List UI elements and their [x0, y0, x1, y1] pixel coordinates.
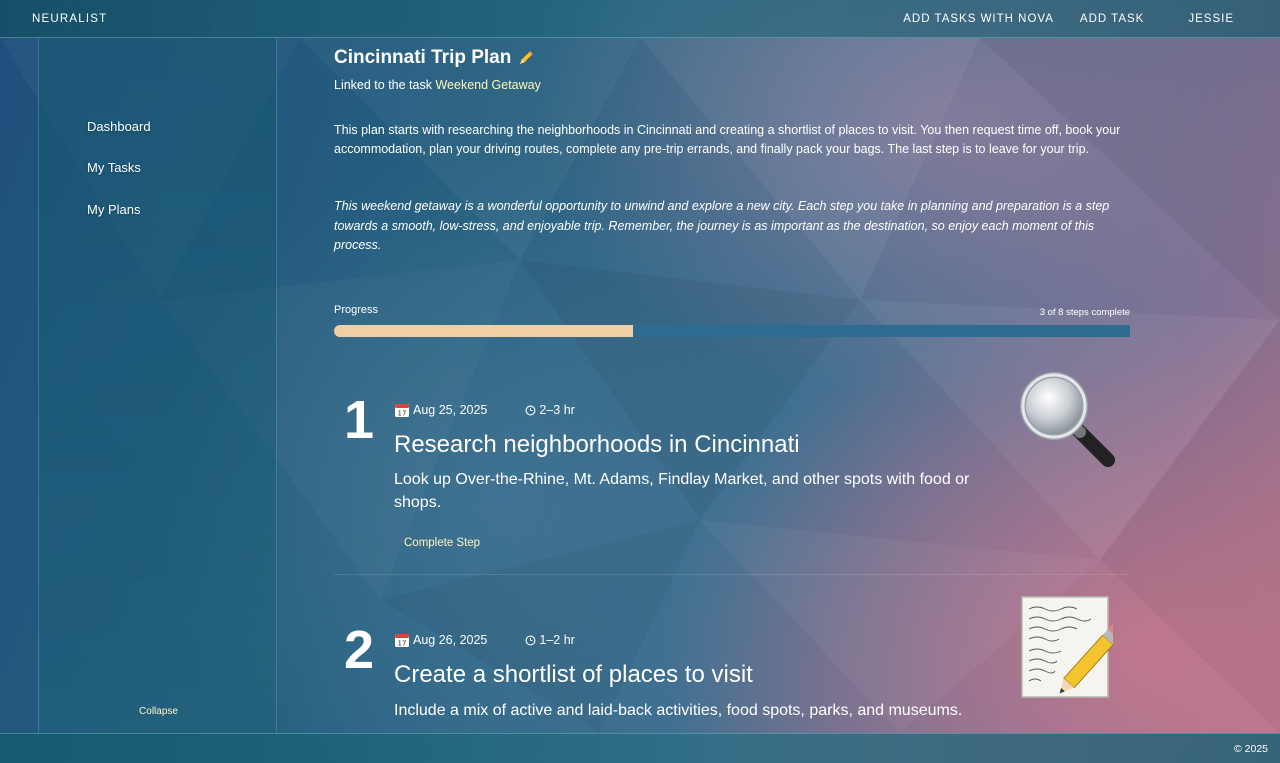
plan-quote: This weekend getaway is a wonderful oppo…: [334, 199, 1110, 252]
sidebar-item-my-tasks[interactable]: My Tasks: [87, 160, 141, 175]
collapse-sidebar-button[interactable]: Collapse: [39, 706, 278, 717]
page-title: Cincinnati Trip Plan: [334, 47, 512, 68]
step-meta: 17 Aug 26, 2025 1–2 hr: [394, 632, 575, 648]
progress-bar: [334, 325, 1130, 337]
complete-step-button[interactable]: Complete Step: [404, 537, 480, 549]
svg-text:17: 17: [398, 640, 407, 648]
progress-summary: 3 of 8 steps complete: [1039, 307, 1130, 318]
step-description: Include a mix of active and laid-back ac…: [394, 702, 963, 719]
calendar-icon: 17: [395, 634, 409, 648]
linked-task-link[interactable]: Weekend Getaway: [435, 78, 540, 92]
svg-text:17: 17: [398, 410, 407, 418]
sidebar-item-my-plans[interactable]: My Plans: [87, 202, 140, 217]
clock-icon: [525, 635, 536, 645]
step-number: 1: [344, 390, 375, 450]
footer: © 2025: [0, 733, 1280, 763]
plan-title-row: Cincinnati Trip Plan: [334, 47, 535, 69]
notepad-pencil-icon: [1021, 596, 1113, 698]
pencil-edit-icon[interactable]: [517, 49, 535, 67]
top-bar: NEURALIST ADD TASKS WITH NOVA ADD TASK J…: [0, 0, 1280, 38]
magnifying-glass-icon: [1020, 372, 1115, 467]
step-date: Aug 25, 2025: [413, 403, 488, 417]
user-menu[interactable]: JESSIE: [1188, 13, 1234, 25]
clock-icon: [525, 405, 536, 415]
add-tasks-with-nova-link[interactable]: ADD TASKS WITH NOVA: [903, 13, 1054, 25]
sidebar: Dashboard My Tasks My Plans Collapse: [38, 38, 277, 733]
step-description: Look up Over-the-Rhine, Mt. Adams, Findl…: [394, 471, 970, 511]
progress-label: Progress: [334, 304, 379, 316]
progress-bar-fill: [334, 325, 633, 337]
step-duration: 2–3 hr: [539, 403, 575, 417]
step-date: Aug 26, 2025: [413, 633, 488, 647]
linked-prefix: Linked to the task: [334, 78, 432, 92]
calendar-icon: 17: [395, 404, 409, 418]
step-title: Research neighborhoods in Cincinnati: [394, 431, 800, 458]
copyright-text: © 2025: [1233, 743, 1268, 755]
step-title: Create a shortlist of places to visit: [394, 661, 753, 688]
plan-description: This plan starts with researching the ne…: [334, 123, 1121, 156]
step-number: 2: [344, 620, 375, 680]
step-duration: 1–2 hr: [539, 633, 575, 647]
top-nav: ADD TASKS WITH NOVA ADD TASK JESSIE: [877, 13, 1248, 25]
add-task-link[interactable]: ADD TASK: [1080, 13, 1144, 25]
brand-logo[interactable]: NEURALIST: [32, 13, 107, 25]
linked-task-line: Linked to the task Weekend Getaway: [334, 78, 541, 92]
step-meta: 17 Aug 25, 2025 2–3 hr: [394, 402, 575, 418]
step-divider: [334, 574, 1130, 575]
sidebar-item-dashboard[interactable]: Dashboard: [87, 119, 151, 134]
